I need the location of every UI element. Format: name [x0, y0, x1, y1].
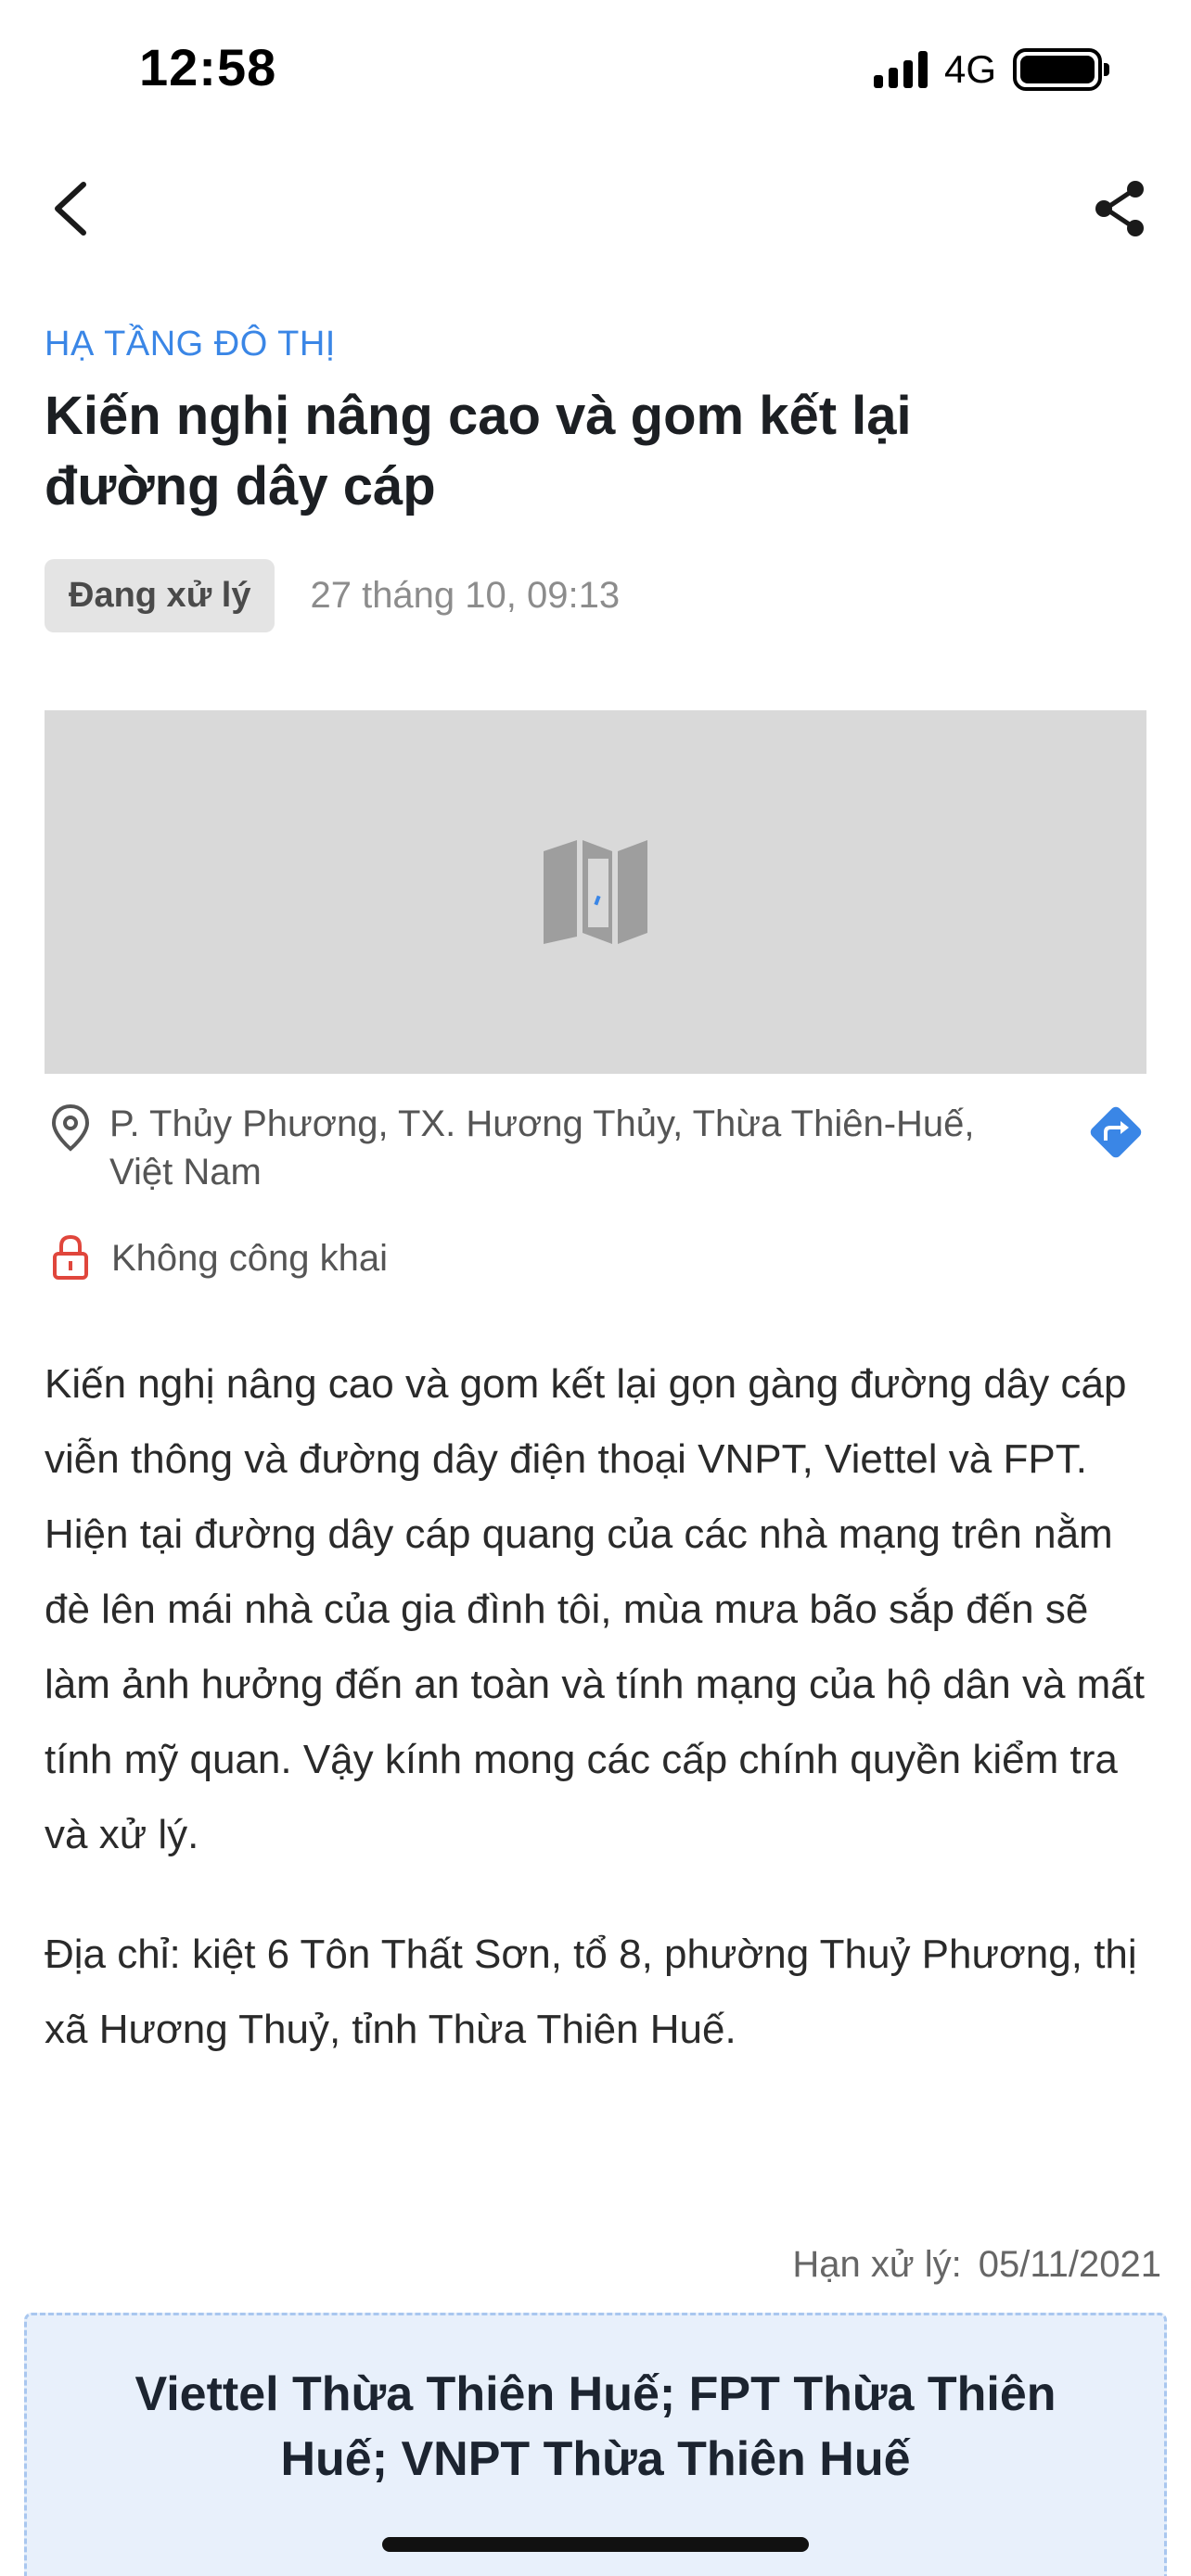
- network-type: 4G: [943, 47, 996, 91]
- status-indicators: 4G: [873, 46, 1109, 93]
- location-text: P. Thủy Phương, TX. Hương Thủy, Thừa Thi…: [109, 1103, 975, 1192]
- report-title: Kiến nghị nâng cao và gom kết lại đường …: [45, 386, 912, 516]
- directions-icon[interactable]: [1085, 1102, 1146, 1163]
- signal-icon: [873, 51, 928, 88]
- privacy-row: Không công khai: [45, 1233, 1146, 1283]
- report-address: Địa chỉ: kiệt 6 Tôn Thất Sơn, tổ 8, phườ…: [45, 1932, 1137, 2052]
- report-detail: HẠ TẦNG ĐÔ THỊ Kiến nghị nâng cao và gom…: [45, 325, 1146, 2067]
- report-description: Kiến nghị nâng cao và gom kết lại gọn gà…: [45, 1361, 1145, 1857]
- deadline-label: Hạn xử lý:: [792, 2244, 962, 2285]
- screen: 12:58 4G HẠ TẦNG ĐÔ THỊ Kiến nghị nâng c…: [0, 0, 1191, 2576]
- category-label: HẠ TẦNG ĐÔ THỊ: [45, 325, 336, 363]
- share-icon: [1095, 181, 1144, 236]
- location-row: P. Thủy Phương, TX. Hương Thủy, Thừa Thi…: [45, 1100, 1146, 1196]
- lock-icon: [53, 1234, 88, 1280]
- share-button[interactable]: [1083, 172, 1158, 246]
- status-bar: 12:58 4G: [0, 0, 1191, 139]
- chevron-left-icon: [55, 182, 86, 236]
- status-time: 12:58: [139, 38, 277, 96]
- battery-icon: [1013, 48, 1109, 91]
- location-pin-icon: [51, 1103, 90, 1152]
- status-badge: Đang xử lý: [45, 559, 275, 632]
- nav-bar: [0, 158, 1191, 260]
- map-icon: [544, 840, 647, 944]
- back-button[interactable]: [33, 172, 108, 246]
- assigned-units: Viettel Thừa Thiên Huế; FPT Thừa Thiên H…: [134, 2367, 1057, 2486]
- privacy-text: Không công khai: [111, 1238, 389, 1279]
- deadline-value: 05/11/2021: [978, 2244, 1161, 2285]
- deadline: Hạn xử lý: 05/11/2021: [792, 2244, 1161, 2286]
- report-date: 27 tháng 10, 09:13: [310, 575, 621, 616]
- home-indicator[interactable]: [382, 2537, 809, 2552]
- report-meta: Đang xử lý 27 tháng 10, 09:13: [45, 559, 1146, 632]
- map-placeholder[interactable]: [45, 710, 1146, 1074]
